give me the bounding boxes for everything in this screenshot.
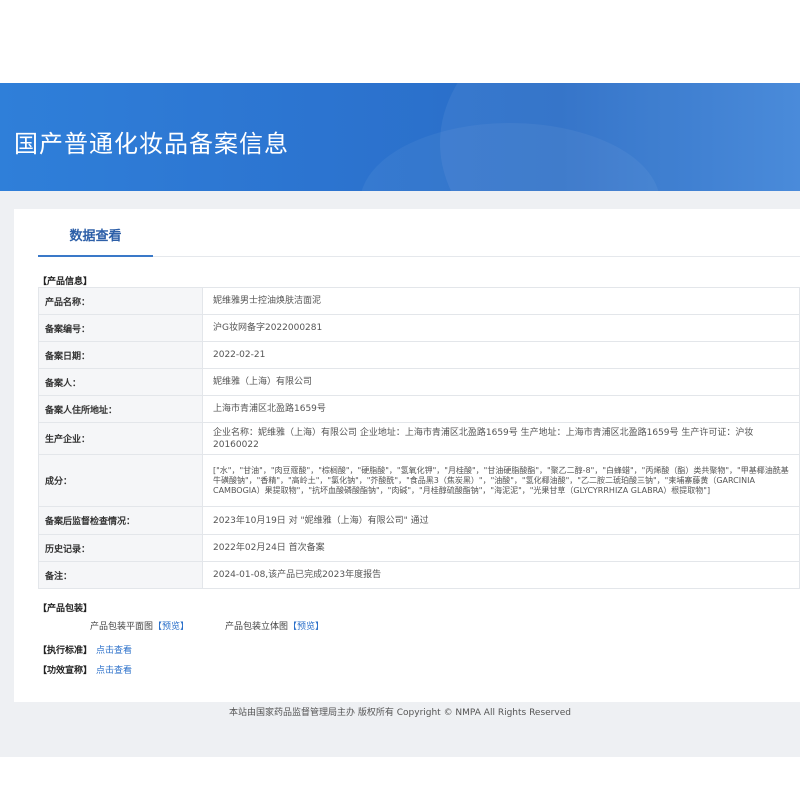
row-label: 备注： (38, 561, 203, 589)
table-row: 备案后监督检查情况： 2023年10月19日 对 "妮维雅（上海）有限公司" 通… (38, 506, 800, 535)
row-label: 历史记录： (38, 534, 203, 562)
standard-label: 【执行标准】 (38, 646, 93, 656)
row-label: 备案人： (38, 368, 203, 396)
row-value: 企业名称：妮维雅（上海）有限公司 企业地址：上海市青浦区北盈路1659号 生产地… (202, 422, 800, 455)
row-label: 备案后监督检查情况： (38, 506, 203, 535)
table-row: 生产企业： 企业名称：妮维雅（上海）有限公司 企业地址：上海市青浦区北盈路165… (38, 422, 800, 455)
table-row: 备案日期： 2022-02-21 (38, 341, 800, 369)
table-row: 历史记录： 2022年02月24日 首次备案 (38, 534, 800, 562)
footer-copyright: 本站由国家药品监督管理局主办 版权所有 Copyright © NMPA All… (229, 708, 571, 718)
efficacy-view-link[interactable]: 点击查看 (96, 666, 132, 676)
packaging-item-label: 产品包装立体图 (225, 622, 289, 632)
table-row: 备注： 2024-01-08,该产品已完成2023年度报告 (38, 561, 800, 589)
product-info-table: 产品名称： 妮维雅男士控油焕肤洁面泥 备案编号： 沪G妆网备字202200028… (38, 287, 800, 589)
row-value: 2022年02月24日 首次备案 (202, 534, 800, 562)
tab-data-view[interactable]: 数据查看 (38, 228, 153, 256)
row-label: 备案日期： (38, 341, 203, 369)
row-value: 沪G妆网备字2022000281 (202, 314, 800, 342)
packaging-item-label: 产品包装平面图 (90, 622, 154, 632)
row-label: 产品名称： (38, 287, 203, 315)
preview-link[interactable]: 【预览】 (153, 622, 189, 632)
row-value: 妮维雅（上海）有限公司 (202, 368, 800, 396)
page: 国产普通化妆品备案信息 数据查看 【产品信息】 产品名称： 妮维雅男士控油焕肤洁… (0, 0, 800, 800)
row-label: 备案编号： (38, 314, 203, 342)
preview-link[interactable]: 【预览】 (288, 622, 324, 632)
row-label: 备案人住所地址： (38, 395, 203, 423)
packaging-item: 产品包装立体图【预览】 (225, 619, 324, 632)
row-label: 生产企业： (38, 422, 203, 455)
table-row: 产品名称： 妮维雅男士控油焕肤洁面泥 (38, 287, 800, 315)
efficacy-row: 【功效宣称】 点击查看 (38, 663, 132, 676)
table-row: 成分： ["水"，"甘油"，"肉豆蔻酸"，"棕榈酸"，"硬脂酸"，"氢氧化钾"，… (38, 454, 800, 507)
standard-row: 【执行标准】 点击查看 (38, 643, 132, 656)
row-value: 上海市青浦区北盈路1659号 (202, 395, 800, 423)
row-value: ["水"，"甘油"，"肉豆蔻酸"，"棕榈酸"，"硬脂酸"，"氢氧化钾"，"月桂酸… (202, 454, 800, 507)
packaging-item: 产品包装平面图【预览】 (90, 619, 189, 632)
packaging-heading: 【产品包装】 (38, 604, 93, 614)
table-row: 备案人住所地址： 上海市青浦区北盈路1659号 (38, 395, 800, 423)
row-value: 2024-01-08,该产品已完成2023年度报告 (202, 561, 800, 589)
row-value: 2022-02-21 (202, 341, 800, 369)
table-row: 备案人： 妮维雅（上海）有限公司 (38, 368, 800, 396)
tab-active-indicator (38, 255, 153, 257)
row-label: 成分： (38, 454, 203, 507)
product-info-heading: 【产品信息】 (38, 277, 93, 287)
table-row: 备案编号： 沪G妆网备字2022000281 (38, 314, 800, 342)
page-title: 国产普通化妆品备案信息 (14, 130, 289, 158)
row-value: 2023年10月19日 对 "妮维雅（上海）有限公司" 通过 (202, 506, 800, 535)
efficacy-label: 【功效宣称】 (38, 666, 93, 676)
standard-view-link[interactable]: 点击查看 (96, 646, 132, 656)
row-value: 妮维雅男士控油焕肤洁面泥 (202, 287, 800, 315)
